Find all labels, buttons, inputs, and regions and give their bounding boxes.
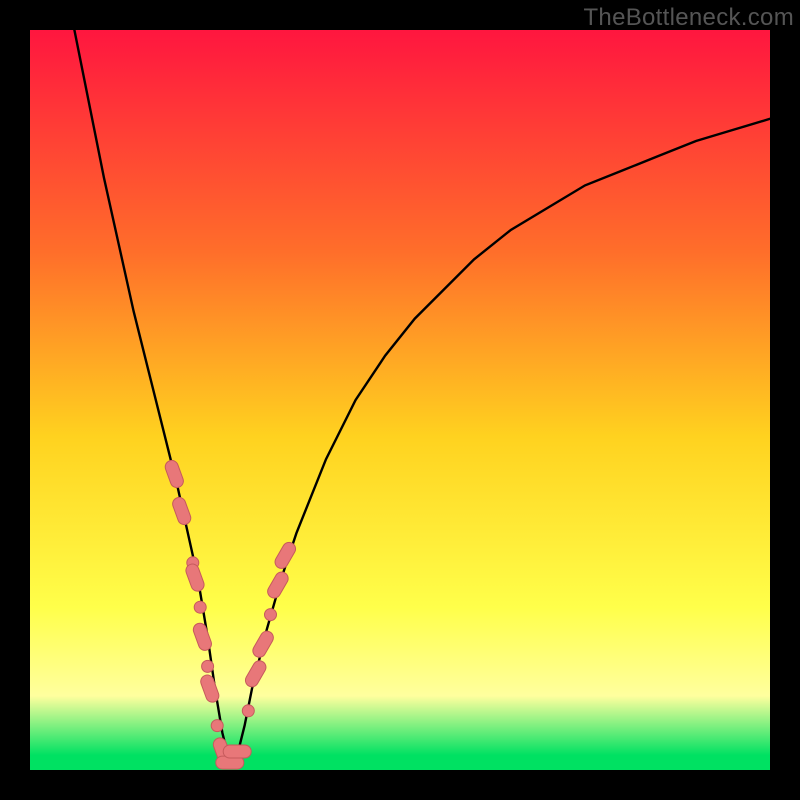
data-marker-dot — [202, 660, 214, 672]
plot-area — [30, 30, 770, 770]
data-marker-pill — [223, 745, 251, 758]
watermark-text: TheBottleneck.com — [583, 4, 794, 32]
outer-frame: TheBottleneck.com — [0, 0, 800, 800]
gradient-background — [30, 30, 770, 770]
data-marker-dot — [194, 601, 206, 613]
chart-svg — [30, 30, 770, 770]
data-marker-dot — [211, 720, 223, 732]
data-marker-dot — [265, 609, 277, 621]
data-marker-dot — [242, 705, 254, 717]
